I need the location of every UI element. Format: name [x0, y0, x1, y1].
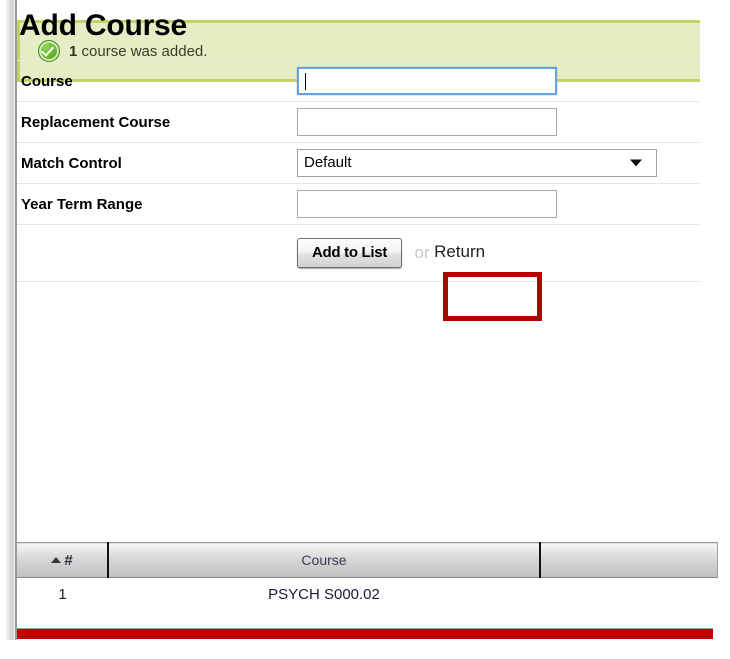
page-content: Add Course Course Replacement Course Mat… [17, 0, 730, 282]
course-input-wrap [297, 67, 557, 95]
form-row-actions: Add to List or Return [17, 224, 700, 282]
chevron-down-icon [630, 159, 642, 167]
label-match-control: Match Control [17, 142, 297, 184]
grid-footer-bar [17, 628, 713, 639]
add-course-page: Add Course Course Replacement Course Mat… [0, 0, 730, 659]
replacement-course-input[interactable] [297, 108, 557, 136]
page-title: Add Course [19, 9, 188, 42]
add-course-form: Course Replacement Course Match Control … [17, 60, 700, 282]
field-cell-match-control: Default [297, 142, 700, 184]
return-link[interactable]: Return [434, 242, 485, 261]
field-cell-course [297, 60, 700, 102]
cell-row-number: 1 [17, 577, 108, 610]
match-control-selected-value: Default [304, 154, 352, 171]
table-row[interactable]: 1 PSYCH S000.02 [17, 577, 718, 610]
column-header-number-label: # [64, 551, 73, 569]
field-cell-replacement-course [297, 101, 700, 143]
match-control-select[interactable]: Default [297, 149, 657, 177]
sort-ascending-icon [51, 556, 62, 563]
form-row-year-term-range: Year Term Range [17, 183, 700, 225]
text-caret [305, 73, 306, 90]
column-header-course[interactable]: Course [108, 542, 541, 578]
form-row-match-control: Match Control Default [17, 142, 700, 184]
label-course: Course [17, 60, 297, 102]
grid-body: 1 PSYCH S000.02 [17, 577, 718, 610]
label-year-term-range: Year Term Range [17, 183, 297, 225]
course-input[interactable] [297, 67, 557, 95]
course-list-grid: # Course 1 PSYCH S000.02 [17, 542, 718, 610]
form-row-replacement-course: Replacement Course [17, 101, 700, 143]
page-left-edge-rail [6, 0, 15, 640]
column-header-extra[interactable] [540, 542, 718, 578]
grid-header-row: # Course [17, 542, 718, 578]
cell-extra [540, 577, 718, 610]
or-separator-label: or [414, 243, 430, 262]
course-list-grid-wrap: # Course 1 PSYCH S000.02 [17, 542, 730, 610]
cell-course-code: PSYCH S000.02 [108, 577, 540, 610]
field-cell-year-term-range [297, 183, 700, 225]
column-header-number[interactable]: # [17, 542, 109, 578]
actions-cell: Add to List or Return [297, 224, 700, 282]
add-to-list-button[interactable]: Add to List [297, 238, 403, 268]
column-header-course-label: Course [301, 552, 347, 568]
grid-header: # Course [17, 542, 718, 578]
year-term-range-input[interactable] [297, 190, 557, 218]
label-replacement-course: Replacement Course [17, 101, 297, 143]
check-circle-icon [38, 40, 60, 62]
form-row-course: Course [17, 60, 700, 102]
actions-spacer [17, 224, 297, 282]
